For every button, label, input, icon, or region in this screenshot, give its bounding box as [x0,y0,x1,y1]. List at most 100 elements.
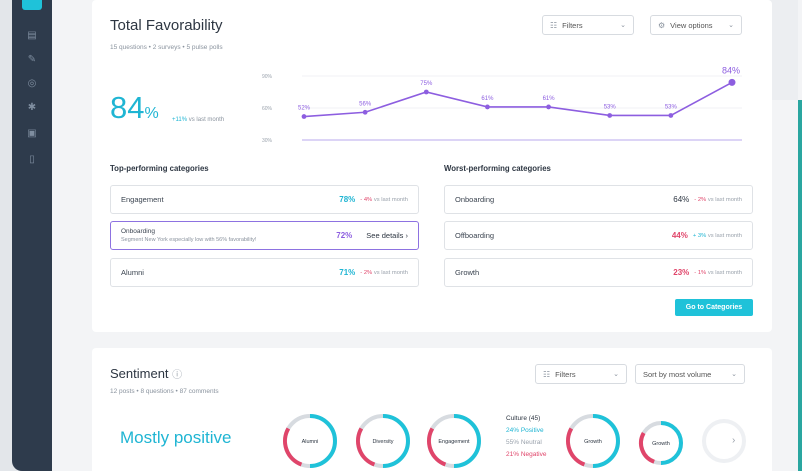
donut-label: Diversity [372,439,393,445]
change-text: vs last month [707,196,742,203]
worst-category-row[interactable]: Offboarding 44% + 3% vs last month [444,221,753,250]
favorability-score: 84% [110,90,159,126]
top-categories-heading: Top-performing categories [110,164,209,173]
category-info: Onboarding Segment New York especially l… [121,228,256,243]
donut-label: Growth [584,439,602,445]
data-point [301,114,307,119]
app-frame: ▤ ✎ ◎ ✱ ▣ ▯ Total Favorability 15 questi… [12,0,802,471]
data-point [423,89,429,95]
category-name: Growth [455,268,480,277]
category-name: Onboarding [121,228,155,235]
category-name: Offboarding [455,231,495,240]
data-point [607,113,613,118]
category-name: Engagement [121,195,164,204]
change-value: - 2% [360,269,373,276]
data-label: 56% [359,101,372,107]
home-icon[interactable] [22,0,42,10]
sentiment-donuts: Alumni Diversity Engagement Growth Growth › [283,414,746,468]
pencil-icon[interactable]: ✎ [26,54,38,66]
background-band [768,0,798,100]
data-label: 75% [420,81,433,87]
data-label: 84% [722,65,740,75]
settings-icon: ⚙ [658,20,666,30]
top-category-row-selected[interactable]: Onboarding Segment New York especially l… [110,221,419,250]
go-to-categories-button[interactable]: Go to Categories [675,299,753,316]
culture-neutral: 55% Neutral [506,439,542,446]
category-change: - 2% vs last month [694,197,742,203]
change-text: vs last month [707,269,742,276]
chevron-right-icon: › [732,435,735,446]
data-label: 52% [298,106,311,112]
top-category-row[interactable]: Engagement 78% - 4% vs last month [110,185,419,214]
favorability-card: Total Favorability 15 questions • 2 surv… [92,0,772,332]
category-percent: 23% [673,268,690,277]
right-accent-strip [798,100,802,471]
donut-segment [566,427,586,467]
category-percent: 78% [339,195,356,204]
change-value: - 4% [360,196,373,203]
view-options-label: View options [670,20,713,30]
category-change: - 2% vs last month [360,270,408,276]
category-name: Alumni [121,268,144,277]
chevron-down-icon: ⌄ [728,22,734,29]
category-percent: 72% [336,231,353,240]
data-label: 53% [604,104,617,110]
filters-label: Filters [562,20,583,30]
change-text: vs last month [707,232,742,239]
donut-label: Engagement [438,439,470,445]
culture-breakdown: Culture (45) 24% Positive 55% Neutral 21… [506,413,546,461]
filter-icon: ☷ [550,20,558,30]
category-percent: 71% [339,268,356,277]
donut-segment [283,427,303,467]
y-tick-label: 30% [262,138,273,144]
see-details-link[interactable]: See details › [366,231,408,240]
change-value: - 2% [694,196,707,203]
category-percent: 44% [671,231,688,240]
worst-category-row[interactable]: Onboarding 64% - 2% vs last month [444,185,753,214]
category-change: - 4% vs last month [360,197,408,203]
top-category-row[interactable]: Alumni 71% - 2% vs last month [110,258,419,287]
chevron-down-icon: ⌄ [620,22,626,29]
culture-negative: 21% Negative [506,451,547,458]
donut-label: Growth [652,441,670,447]
y-tick-label: 90% [262,74,273,80]
data-point [546,104,551,110]
favorability-line-chart: 90% 60% 30% 52% 56% 75% 61% 61% 53% 53% 84% [262,65,742,144]
donut-segment [356,427,376,467]
category-note: Segment New York especially low with 56%… [121,237,257,243]
donut-segment [427,427,447,467]
series-line [303,81,733,118]
data-label: 61% [543,96,556,102]
y-tick-label: 60% [262,106,273,112]
check-circle-icon[interactable]: ◎ [26,78,38,90]
clipboard-icon[interactable]: ▤ [26,30,38,42]
change-text: vs last month [373,269,408,276]
data-point [668,113,674,118]
data-point [728,78,736,86]
category-change: + 3% vs last month [693,233,742,239]
sidebar: ▤ ✎ ◎ ✱ ▣ ▯ [12,0,52,471]
view-options-dropdown[interactable]: ⚙ View options ⌄ [650,15,742,35]
change-value: + 3% [692,232,707,239]
donut-segment [639,432,655,464]
worst-categories-heading: Worst-performing categories [444,164,551,173]
worst-category-row[interactable]: Growth 23% - 1% vs last month [444,258,753,287]
data-label: 53% [665,104,678,110]
change-value: - 1% [694,269,707,276]
see-details-label: See details [366,231,404,240]
favorability-score-unit: % [144,105,159,122]
category-name: Onboarding [455,195,495,204]
category-change: - 1% vs last month [694,270,742,276]
data-label: 61% [481,96,494,102]
filters-dropdown[interactable]: ☷ Filters ⌄ [542,15,634,35]
category-percent: 64% [673,195,690,204]
favorability-delta-value: +11% [172,117,188,123]
chevron-right-icon: › [405,231,409,240]
data-point [485,104,490,110]
donut-faded [702,419,746,463]
document-icon[interactable]: ▯ [26,154,38,166]
change-text: vs last month [373,196,408,203]
culture-title: Culture (45) [506,415,541,422]
briefcase-icon[interactable]: ▣ [26,128,38,140]
gear-icon[interactable]: ✱ [26,102,38,114]
